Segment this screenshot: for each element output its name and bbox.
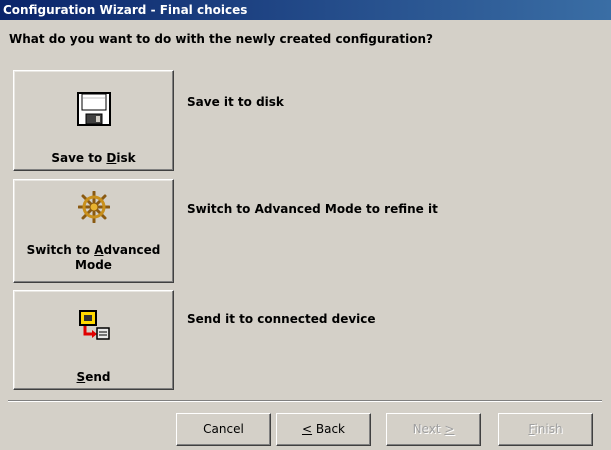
back-label: < Back <box>301 422 345 436</box>
send-to-device-icon <box>78 310 110 345</box>
ship-wheel-icon <box>77 190 110 226</box>
next-button[interactable]: Next > <box>386 413 481 446</box>
save-to-disk-label: Save to Disk <box>51 151 136 165</box>
send-button[interactable]: Send <box>13 290 174 390</box>
finish-label: Finish <box>528 422 563 436</box>
next-label: Next > <box>412 422 455 436</box>
send-description: Send it to connected device <box>187 312 376 326</box>
question-text: What do you want to do with the newly cr… <box>9 32 433 46</box>
switch-to-advanced-mode-button[interactable]: Switch to Advanced Mode <box>13 179 174 283</box>
switch-to-advanced-mode-label: Switch to Advanced Mode <box>26 243 161 272</box>
separator-highlight <box>8 401 602 402</box>
window-title: Configuration Wizard - Final choices <box>3 3 248 17</box>
floppy-disk-icon <box>76 92 111 129</box>
save-to-disk-button[interactable]: Save to Disk <box>13 70 174 171</box>
send-label: Send <box>76 370 111 384</box>
cancel-button[interactable]: Cancel <box>176 413 271 446</box>
cancel-label: Cancel <box>203 422 244 436</box>
switch-to-advanced-mode-description: Switch to Advanced Mode to refine it <box>187 202 438 216</box>
save-to-disk-description: Save it to disk <box>187 95 284 109</box>
window-title-bar[interactable]: Configuration Wizard - Final choices <box>0 0 611 20</box>
finish-button[interactable]: Finish <box>498 413 593 446</box>
back-button[interactable]: < Back <box>276 413 371 446</box>
